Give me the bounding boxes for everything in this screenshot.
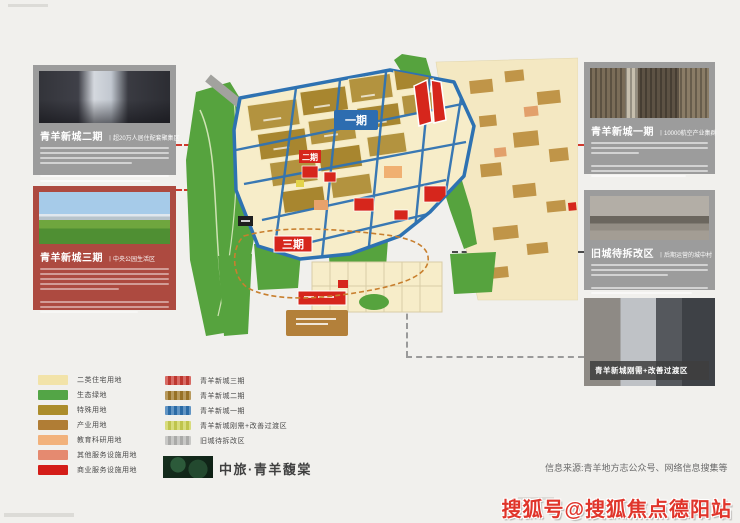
card-transition: 青羊新城刚需+改善过渡区 bbox=[584, 298, 715, 386]
card-transition-title: 青羊新城刚需+改善过渡区 bbox=[590, 361, 709, 380]
brand-name: 中旅·青羊馥棠 bbox=[219, 459, 312, 478]
svg-text:三期: 三期 bbox=[282, 237, 304, 251]
brand-logo-image bbox=[163, 456, 213, 478]
svg-text:一期: 一期 bbox=[345, 113, 367, 127]
card-phase3-subtitle: 丨中央公园生活区 bbox=[107, 254, 155, 263]
south-industry-parcel bbox=[286, 310, 348, 336]
legend-row: 商业服务设施用地 bbox=[38, 462, 137, 477]
legend-swatch bbox=[38, 405, 68, 415]
legend-label: 商业服务设施用地 bbox=[77, 465, 137, 475]
legend-swatch bbox=[38, 375, 68, 385]
legend-label: 旧城待拆改区 bbox=[200, 436, 245, 446]
phase1-label: 一期 bbox=[334, 110, 378, 130]
promo-map-poster: 一期 二期 三期 青羊新城二期 丨超20万人居住配套聚集区 青羊新城三期 丨中央… bbox=[0, 0, 740, 523]
legend-row: 产业用地 bbox=[38, 417, 137, 432]
legend-label: 其他服务设施用地 bbox=[77, 450, 137, 460]
legend-swatch bbox=[38, 390, 68, 400]
planning-map: 一期 二期 三期 bbox=[178, 48, 578, 378]
legend-swatch bbox=[165, 391, 191, 400]
corner-text-artifact bbox=[8, 4, 48, 7]
legend-swatch bbox=[165, 436, 191, 445]
legend-swatch bbox=[38, 465, 68, 475]
legend-row: 二类住宅用地 bbox=[38, 372, 137, 387]
legend-land-use: 二类住宅用地 生态绿地 特殊用地 产业用地 教育科研用地 bbox=[38, 372, 137, 477]
legend-row: 青羊新城一期 bbox=[165, 403, 287, 418]
legend-row: 教育科研用地 bbox=[38, 432, 137, 447]
phase3-label: 三期 bbox=[274, 236, 312, 252]
card-oldtown-body bbox=[590, 264, 709, 294]
oldtown-photo bbox=[590, 196, 709, 240]
legend-label: 特殊用地 bbox=[77, 405, 107, 415]
legend-label: 青羊新城刚需+改善过渡区 bbox=[200, 421, 287, 431]
legend-swatch bbox=[165, 376, 191, 385]
card-oldtown-title: 旧城待拆改区 bbox=[591, 245, 654, 260]
legend-row: 青羊新城刚需+改善过渡区 bbox=[165, 418, 287, 433]
card-phase1-subtitle: 丨10000航空产业集群 bbox=[658, 128, 717, 137]
legend-row: 生态绿地 bbox=[38, 387, 137, 402]
legend-zones: 青羊新城三期 青羊新城二期 青羊新城一期 青羊新城刚需+改善过渡区 旧城待拆改区 bbox=[165, 373, 287, 448]
card-phase2-title: 青羊新城二期 bbox=[40, 128, 103, 143]
card-oldtown: 旧城待拆改区 丨后期运营的城中村 bbox=[584, 190, 715, 290]
card-phase3: 青羊新城三期 丨中央公园生活区 bbox=[33, 186, 176, 310]
card-phase1: 青羊新城一期 丨10000航空产业集群 bbox=[584, 62, 715, 174]
legend-label: 青羊新城二期 bbox=[200, 391, 245, 401]
source-note: 信息来源:青羊地方志公众号、网络信息搜集等 bbox=[545, 461, 728, 474]
card-phase3-body bbox=[39, 268, 170, 313]
card-phase1-body bbox=[590, 142, 709, 177]
legend-label: 青羊新城一期 bbox=[200, 406, 245, 416]
black-map-label bbox=[238, 216, 253, 226]
legend-swatch bbox=[38, 435, 68, 445]
svg-text:二期: 二期 bbox=[302, 152, 318, 162]
legend-label: 教育科研用地 bbox=[77, 435, 122, 445]
card-phase3-title: 青羊新城三期 bbox=[40, 249, 103, 264]
legend-row: 青羊新城二期 bbox=[165, 388, 287, 403]
legend-swatch bbox=[38, 450, 68, 460]
green-parcel-se bbox=[450, 252, 496, 294]
legend-row: 青羊新城三期 bbox=[165, 373, 287, 388]
legend-label: 生态绿地 bbox=[77, 390, 107, 400]
card-phase2: 青羊新城二期 丨超20万人居住配套聚集区 bbox=[33, 65, 176, 175]
phase2-photo bbox=[39, 71, 170, 123]
legend-row: 特殊用地 bbox=[38, 402, 137, 417]
legend-swatch bbox=[165, 421, 191, 430]
phase3-photo bbox=[39, 192, 170, 244]
card-phase2-subtitle: 丨超20万人居住配套聚集区 bbox=[107, 133, 180, 142]
card-phase1-title: 青羊新城一期 bbox=[591, 123, 654, 138]
legend-row: 其他服务设施用地 bbox=[38, 447, 137, 462]
legend-label: 二类住宅用地 bbox=[77, 375, 122, 385]
legend-swatch bbox=[165, 406, 191, 415]
phase2-label: 二期 bbox=[299, 150, 321, 163]
card-phase2-body bbox=[39, 147, 170, 182]
card-oldtown-subtitle: 丨后期运营的城中村 bbox=[658, 250, 712, 259]
legend-label: 青羊新城三期 bbox=[200, 376, 245, 386]
corner-text-artifact bbox=[4, 513, 74, 517]
phase1-photo bbox=[590, 68, 709, 118]
legend-row: 旧城待拆改区 bbox=[165, 433, 287, 448]
legend-label: 产业用地 bbox=[77, 420, 107, 430]
watermark-text: 搜狐号@搜狐焦点德阳站 bbox=[501, 493, 732, 522]
green-parcel-sw bbox=[218, 254, 252, 336]
legend-swatch bbox=[38, 420, 68, 430]
